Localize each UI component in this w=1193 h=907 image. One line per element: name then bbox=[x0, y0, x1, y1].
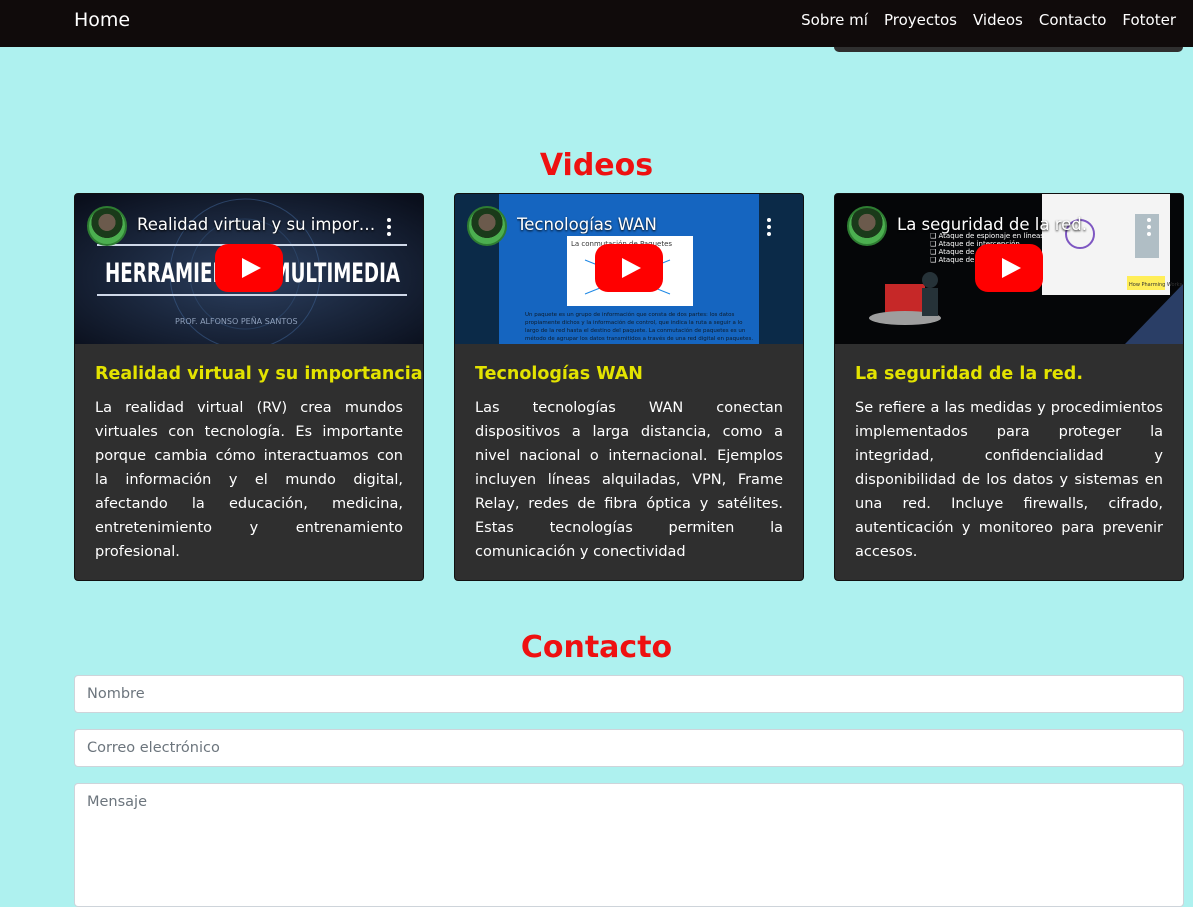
email-field[interactable] bbox=[74, 729, 1184, 767]
channel-avatar[interactable] bbox=[847, 206, 887, 246]
svg-text:PROF. ALFONSO PEÑA SANTOS: PROF. ALFONSO PEÑA SANTOS bbox=[175, 316, 298, 326]
navbar: Home Sobre mí Proyectos Videos Contacto … bbox=[0, 0, 1193, 47]
channel-avatar[interactable] bbox=[87, 206, 127, 246]
videos-section-title: Videos bbox=[539, 148, 654, 183]
more-options-icon[interactable] bbox=[1147, 218, 1151, 236]
more-options-icon[interactable] bbox=[767, 218, 771, 236]
video-embed-1[interactable]: HERRAMIENTAS MULTIMEDIA PROF. ALFONSO PE… bbox=[75, 194, 423, 344]
card-body: Tecnologías WAN Las tecnologías WAN cone… bbox=[455, 344, 803, 564]
channel-avatar[interactable] bbox=[467, 206, 507, 246]
previous-card-edge bbox=[834, 47, 1183, 52]
nav-link-videos[interactable]: Videos bbox=[973, 11, 1023, 29]
youtube-play-button[interactable] bbox=[975, 244, 1043, 292]
svg-text:Un paquete es un grupo de info: Un paquete es un grupo de información qu… bbox=[525, 311, 735, 318]
video-card-3: How Pharming Works ❑ Ataque de espionaje… bbox=[834, 193, 1184, 581]
nav-link-fototer[interactable]: Fototer bbox=[1122, 11, 1176, 29]
contact-section-title: Contacto bbox=[520, 630, 673, 665]
message-field[interactable] bbox=[74, 783, 1184, 907]
card-title: Tecnologías WAN bbox=[475, 364, 643, 384]
video-card-2: La conmutación de Paquetes Un paquete es… bbox=[454, 193, 804, 581]
card-text: Las tecnologías WAN conectan dispositivo… bbox=[475, 400, 783, 560]
card-text: La realidad virtual (RV) crea mundos vir… bbox=[95, 400, 403, 560]
play-icon bbox=[975, 244, 1043, 292]
nav-link-proyectos[interactable]: Proyectos bbox=[884, 11, 957, 29]
svg-text:largo de la red hasta el desti: largo de la red hasta el destino del paq… bbox=[525, 327, 746, 334]
video-title-2[interactable]: Tecnologías WAN bbox=[517, 215, 767, 234]
video-title-3[interactable]: La seguridad de la red. bbox=[897, 215, 1147, 234]
card-text: Se refiere a las medidas y procedimiento… bbox=[855, 400, 1163, 560]
card-title: Realidad virtual y su importancia. bbox=[95, 364, 424, 384]
card-body: Realidad virtual y su importancia. La re… bbox=[75, 344, 423, 564]
play-icon bbox=[595, 244, 663, 292]
video-embed-3[interactable]: How Pharming Works ❑ Ataque de espionaje… bbox=[835, 194, 1183, 344]
nav-links: Sobre mí Proyectos Videos Contacto Fotot… bbox=[801, 11, 1176, 29]
nav-link-contacto[interactable]: Contacto bbox=[1039, 11, 1107, 29]
card-title: La seguridad de la red. bbox=[855, 364, 1083, 384]
svg-text:método de agrupar los datos tr: método de agrupar los datos transmitidos… bbox=[525, 335, 753, 342]
youtube-play-button[interactable] bbox=[215, 244, 283, 292]
video-card-1: HERRAMIENTAS MULTIMEDIA PROF. ALFONSO PE… bbox=[74, 193, 424, 581]
video-title-1[interactable]: Realidad virtual y su impor… bbox=[137, 215, 387, 234]
svg-text:How Pharming Works: How Pharming Works bbox=[1129, 282, 1183, 288]
brand-home-link[interactable]: Home bbox=[74, 9, 130, 31]
youtube-play-button[interactable] bbox=[595, 244, 663, 292]
more-options-icon[interactable] bbox=[387, 218, 391, 236]
video-embed-2[interactable]: La conmutación de Paquetes Un paquete es… bbox=[455, 194, 803, 344]
card-body: La seguridad de la red. Se refiere a las… bbox=[835, 344, 1183, 564]
svg-text:propiamente dichos y la inform: propiamente dichos y la información de c… bbox=[525, 319, 743, 326]
name-field[interactable] bbox=[74, 675, 1184, 713]
play-icon bbox=[215, 244, 283, 292]
nav-link-sobre-mi[interactable]: Sobre mí bbox=[801, 11, 868, 29]
